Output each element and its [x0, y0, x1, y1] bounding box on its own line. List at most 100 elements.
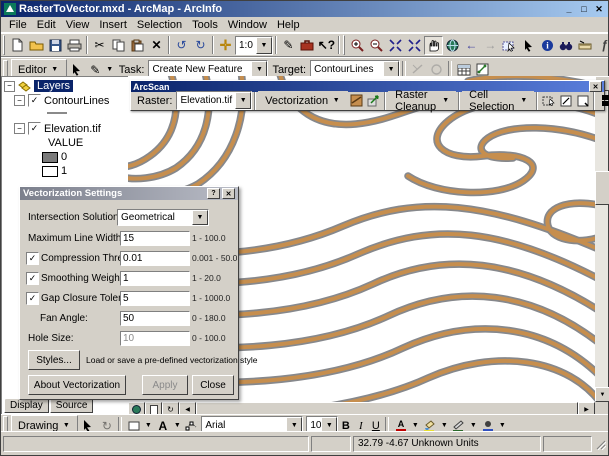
gap-closure-checkbox[interactable]: ✓: [26, 292, 39, 305]
chevron-down-icon[interactable]: ▼: [256, 37, 272, 54]
fixed-zoom-out-button[interactable]: [405, 36, 424, 55]
toc-item-layers[interactable]: Layers: [34, 80, 73, 92]
vectorization-settings-dialog[interactable]: Vectorization Settings ? ✕ Intersection …: [19, 186, 239, 400]
open-button[interactable]: [27, 36, 46, 55]
erase-cells-button[interactable]: [557, 93, 574, 108]
expand-collapse-icon[interactable]: −: [14, 123, 25, 134]
tab-source[interactable]: Source: [50, 398, 94, 413]
menu-file[interactable]: File: [4, 19, 32, 31]
zoom-out-button[interactable]: [367, 36, 386, 55]
toc-item-elevation[interactable]: Elevation.tif: [44, 123, 101, 135]
max-line-width-input[interactable]: [120, 231, 190, 246]
undo-button[interactable]: ↺: [172, 36, 191, 55]
vectorization-trace-button[interactable]: [348, 93, 365, 108]
tab-display[interactable]: Display: [4, 398, 49, 413]
hole-size-input[interactable]: [120, 331, 190, 346]
magic-erase-button[interactable]: [574, 93, 591, 108]
editor-toolbar-toggle-button[interactable]: ✎: [279, 36, 298, 55]
arcscan-toolbar[interactable]: ArcScan ✕ Raster: Elevation.tif ▼ Vector…: [130, 80, 605, 111]
fan-angle-input[interactable]: [120, 311, 190, 326]
expand-collapse-icon[interactable]: −: [4, 81, 15, 92]
minimize-button[interactable]: _: [562, 3, 576, 15]
add-data-button[interactable]: ✛: [216, 36, 235, 55]
scroll-down-button[interactable]: ▼: [595, 387, 609, 402]
fixed-zoom-in-button[interactable]: [386, 36, 405, 55]
print-button[interactable]: [65, 36, 84, 55]
expand-collapse-icon[interactable]: −: [14, 95, 25, 106]
menu-tools[interactable]: Tools: [187, 19, 223, 31]
map-scale-combobox[interactable]: 1:0 ▼: [235, 36, 273, 55]
styles-button[interactable]: Styles...: [28, 350, 80, 370]
cut-button[interactable]: ✂: [90, 36, 109, 55]
raster-snapping-button[interactable]: [597, 93, 609, 108]
vertical-scroll-thumb[interactable]: [595, 171, 609, 205]
value-field-label: VALUE: [48, 137, 83, 149]
redo-button[interactable]: ↻: [191, 36, 210, 55]
fan-angle-range: 0 - 180.0: [192, 313, 226, 323]
dialog-close-button[interactable]: Close: [192, 375, 234, 395]
close-button[interactable]: ✕: [592, 3, 606, 15]
intersection-solution-combobox[interactable]: Geometrical ▼: [117, 209, 209, 226]
new-map-button[interactable]: [8, 36, 27, 55]
raster-class-1-label: 1: [61, 165, 67, 177]
toolbar-grip[interactable]: [3, 35, 5, 55]
arcscan-close-button[interactable]: ✕: [589, 81, 602, 92]
arrows-inward-icon: [389, 39, 402, 52]
select-connected-cells-button[interactable]: [540, 93, 557, 108]
smoothing-weight-checkbox[interactable]: ✓: [26, 272, 39, 285]
smoothing-weight-input[interactable]: [120, 271, 190, 286]
find-button[interactable]: [557, 36, 576, 55]
menu-window[interactable]: Window: [223, 19, 272, 31]
contourlines-checkbox[interactable]: ✓: [28, 94, 41, 107]
menu-insert[interactable]: Insert: [94, 19, 132, 31]
raster-combobox[interactable]: Elevation.tif ▼: [176, 91, 252, 110]
status-message-panel: [3, 436, 309, 452]
compression-threshold-input[interactable]: [120, 251, 190, 266]
whats-this-button[interactable]: ↖?: [317, 36, 336, 55]
delete-button[interactable]: ✕: [147, 36, 166, 55]
maximize-button[interactable]: □: [577, 3, 591, 15]
measure-button[interactable]: [576, 36, 595, 55]
vectorization-menu-button[interactable]: Vectorization ▼: [258, 91, 348, 110]
raster-cleanup-menu-button[interactable]: Raster Cleanup ▼: [388, 91, 456, 110]
menu-help[interactable]: Help: [272, 19, 305, 31]
select-features-button[interactable]: [500, 36, 519, 55]
hyperlink-button[interactable]: ƒ: [595, 36, 609, 55]
full-extent-button[interactable]: [443, 36, 462, 55]
map-scale-value: 1:0: [236, 40, 256, 51]
chevron-down-icon[interactable]: ▼: [192, 210, 208, 225]
cell-selection-menu-button[interactable]: Cell Selection ▼: [462, 91, 534, 110]
toolbar-separator: [86, 36, 88, 54]
generate-features-button[interactable]: [365, 93, 382, 108]
chevron-down-icon[interactable]: ▼: [235, 92, 251, 109]
copy-button[interactable]: [109, 36, 128, 55]
arctoolbox-button[interactable]: [298, 36, 317, 55]
zoom-in-button[interactable]: [348, 36, 367, 55]
go-forward-extent-button[interactable]: →: [481, 36, 500, 55]
dialog-help-button[interactable]: ?: [207, 188, 220, 199]
resize-grip-icon[interactable]: [594, 438, 606, 450]
split-tool-icon: [411, 63, 424, 76]
paste-button[interactable]: [128, 36, 147, 55]
raster-class-1-swatch[interactable]: [42, 166, 58, 177]
compression-threshold-checkbox[interactable]: ✓: [26, 252, 39, 265]
toolbar-grip[interactable]: [343, 35, 345, 55]
dialog-close-x-button[interactable]: ✕: [222, 188, 235, 199]
dialog-title-bar[interactable]: Vectorization Settings ? ✕: [20, 187, 238, 200]
line-symbol-swatch[interactable]: [46, 111, 68, 115]
vertical-scrollbar[interactable]: ▲ ▼: [595, 76, 608, 402]
gap-closure-input[interactable]: [120, 291, 190, 306]
menu-view[interactable]: View: [61, 19, 95, 31]
about-vectorization-button[interactable]: About Vectorization: [28, 375, 126, 395]
identify-button[interactable]: i: [538, 36, 557, 55]
select-elements-button[interactable]: [519, 36, 538, 55]
save-button[interactable]: [46, 36, 65, 55]
menu-edit[interactable]: Edit: [32, 19, 61, 31]
elevation-checkbox[interactable]: ✓: [28, 122, 41, 135]
raster-class-0-swatch[interactable]: [42, 152, 58, 163]
pan-button[interactable]: [424, 36, 443, 55]
toc-item-contourlines[interactable]: ContourLines: [44, 95, 109, 107]
menu-selection[interactable]: Selection: [132, 19, 187, 31]
go-back-extent-button[interactable]: ←: [462, 36, 481, 55]
title-bar[interactable]: RasterToVector.mxd - ArcMap - ArcInfo _ …: [1, 1, 608, 17]
